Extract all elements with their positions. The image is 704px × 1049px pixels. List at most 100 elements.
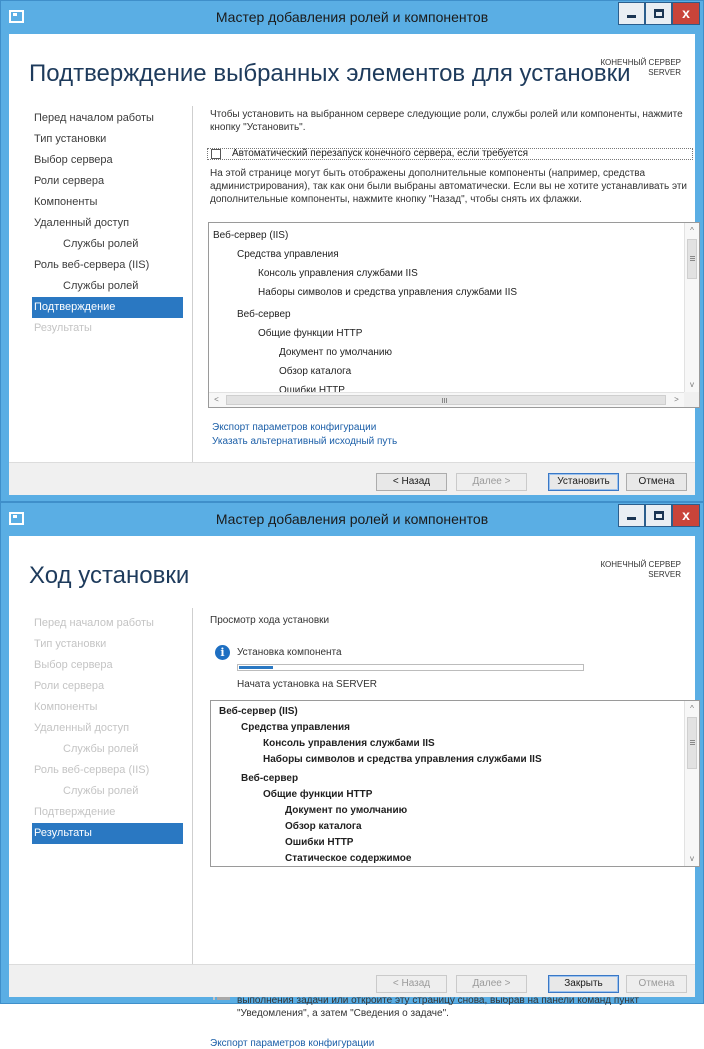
next-button: Далее > <box>456 975 527 993</box>
selection-list[interactable]: Веб-сервер (IIS) Средства управления Кон… <box>208 222 700 408</box>
list-item: Наборы символов и средства управления сл… <box>258 287 518 298</box>
close-icon: x <box>682 507 690 523</box>
scroll-left-icon[interactable]: < <box>209 393 224 407</box>
minimize-icon <box>627 517 636 520</box>
info-icon: i <box>215 645 230 660</box>
export-settings-link[interactable]: Экспорт параметров конфигурации <box>210 1038 374 1049</box>
list-item: Консоль управления службами IIS <box>258 268 418 279</box>
title-bar[interactable]: Мастер добавления ролей и компонентов x <box>1 1 703 34</box>
wizard-body: Подтверждение выбранных элементов для ус… <box>9 34 700 462</box>
cancel-button[interactable]: Отмена <box>626 473 687 491</box>
scroll-down-icon[interactable]: v <box>685 851 699 866</box>
nav-item-features[interactable]: Компоненты <box>32 192 183 213</box>
nav-item-role-services[interactable]: Службы ролей <box>32 276 183 297</box>
button-bar: < Назад Далее > Установить Отмена <box>9 462 695 495</box>
nav-item-before-you-begin[interactable]: Перед началом работы <box>32 108 183 129</box>
list-item: Ошибки HTTP <box>285 837 354 848</box>
page-title: Ход установки <box>29 562 190 589</box>
nav-item-role-services: Службы ролей <box>63 785 139 797</box>
note-text: На этой странице могут быть отображены д… <box>210 168 688 205</box>
destination-server: КОНЕЧНЫЙ СЕРВЕР SERVER <box>600 560 681 580</box>
scroll-thumb[interactable] <box>687 239 697 279</box>
close-icon: x <box>682 5 690 21</box>
scroll-up-icon[interactable]: ^ <box>685 701 699 716</box>
alternate-source-link[interactable]: Указать альтернативный исходный путь <box>212 436 397 447</box>
install-button[interactable]: Установить <box>548 473 619 491</box>
nav-item-role-services[interactable]: Службы ролей <box>32 234 183 255</box>
list-item: Статическое содержимое <box>285 853 412 864</box>
title-bar[interactable]: Мастер добавления ролей и компонентов x <box>1 503 703 536</box>
next-button: Далее > <box>456 473 527 491</box>
list-item: Общие функции HTTP <box>258 328 363 339</box>
button-bar: < Назад Далее > Закрыть Отмена <box>9 964 695 997</box>
list-item: Консоль управления службами IIS <box>263 738 435 749</box>
close-button[interactable]: x <box>672 504 700 527</box>
back-button[interactable]: < Назад <box>376 473 447 491</box>
minimize-button[interactable] <box>618 2 645 25</box>
progress-heading: Просмотр хода установки <box>210 615 330 626</box>
content-pane: Просмотр хода установки i Установка комп… <box>192 608 700 1049</box>
nav-item-role-services: Службы ролей <box>63 743 139 755</box>
export-settings-link[interactable]: Экспорт параметров конфигурации <box>212 422 376 433</box>
list-item: Веб-сервер (IIS) <box>213 230 289 241</box>
close-wizard-button[interactable]: Закрыть <box>548 975 619 993</box>
list-item: Документ по умолчанию <box>285 805 408 816</box>
page-title: Подтверждение выбранных элементов для ус… <box>29 60 631 87</box>
nav-item-server-roles[interactable]: Роли сервера <box>32 171 183 192</box>
restart-checkbox-row[interactable]: Автоматический перезапуск конечного серв… <box>207 148 693 160</box>
vertical-scrollbar[interactable]: ^ v <box>684 701 699 866</box>
status-label: Установка компонента <box>237 647 342 658</box>
nav-item-server-selection[interactable]: Выбор сервера <box>32 150 183 171</box>
destination-label: КОНЕЧНЫЙ СЕРВЕР <box>600 58 681 67</box>
scroll-down-icon[interactable]: v <box>685 377 699 392</box>
maximize-icon <box>653 511 664 520</box>
scroll-up-icon[interactable]: ^ <box>685 223 699 238</box>
destination-server: КОНЕЧНЫЙ СЕРВЕР SERVER <box>600 58 681 78</box>
destination-label: КОНЕЧНЫЙ СЕРВЕР <box>600 560 681 569</box>
progress-fill <box>239 666 273 669</box>
scroll-thumb[interactable] <box>226 395 666 405</box>
restart-checkbox[interactable] <box>211 149 221 159</box>
minimize-icon <box>627 15 636 18</box>
grip-icon <box>690 740 695 741</box>
status-detail: Начата установка на SERVER <box>237 679 377 690</box>
nav-item-installation-type[interactable]: Тип установки <box>32 129 183 150</box>
list-item: Веб-сервер <box>237 309 291 320</box>
list-item: Веб-сервер <box>241 773 299 784</box>
list-item: Обзор каталога <box>279 366 352 377</box>
installation-list[interactable]: Веб-сервер (IIS) Средства управления Кон… <box>210 700 700 867</box>
wizard-nav: Перед началом работы Тип установки Выбор… <box>32 613 183 844</box>
wizard-nav: Перед началом работы Тип установки Выбор… <box>32 108 183 339</box>
horizontal-scrollbar[interactable]: < > <box>209 392 684 407</box>
list-item: Наборы символов и средства управления сл… <box>263 754 542 765</box>
intro-text: Чтобы установить на выбранном сервере сл… <box>210 109 683 133</box>
list-item: Документ по умолчанию <box>279 347 392 358</box>
nav-item-results: Результаты <box>34 322 92 334</box>
minimize-button[interactable] <box>618 504 645 527</box>
nav-item-remote-access[interactable]: Удаленный доступ <box>32 213 183 234</box>
list-item: Веб-сервер (IIS) <box>219 706 298 717</box>
maximize-button[interactable] <box>645 504 672 527</box>
window-title: Мастер добавления ролей и компонентов <box>215 9 489 25</box>
list-item: Обзор каталога <box>285 821 362 832</box>
scroll-right-icon[interactable]: > <box>669 393 684 407</box>
nav-item-remote-access: Удаленный доступ <box>34 722 130 734</box>
vertical-scrollbar[interactable]: ^ v <box>684 223 699 392</box>
nav-item-confirmation[interactable]: Подтверждение <box>32 297 183 318</box>
nav-item-before-you-begin: Перед началом работы <box>34 617 154 629</box>
back-button: < Назад <box>376 975 447 993</box>
destination-server-name: SERVER <box>648 68 681 77</box>
scroll-thumb[interactable] <box>687 717 697 769</box>
close-button[interactable]: x <box>672 2 700 25</box>
restart-checkbox-label[interactable]: Автоматический перезапуск конечного серв… <box>232 148 528 159</box>
nav-item-features: Компоненты <box>34 701 98 713</box>
wizard-body: Ход установки КОНЕЧНЫЙ СЕРВЕР SERVER Пер… <box>9 536 700 1049</box>
list-item: Общие функции HTTP <box>263 789 373 800</box>
grip-icon <box>442 398 443 403</box>
destination-server-name: SERVER <box>648 570 681 579</box>
nav-item-web-server-role[interactable]: Роль веб-сервера (IIS) <box>32 255 183 276</box>
nav-item-web-server-role: Роль веб-сервера (IIS) <box>34 764 150 776</box>
maximize-button[interactable] <box>645 2 672 25</box>
nav-item-results[interactable]: Результаты <box>32 823 183 844</box>
cancel-button: Отмена <box>626 975 687 993</box>
